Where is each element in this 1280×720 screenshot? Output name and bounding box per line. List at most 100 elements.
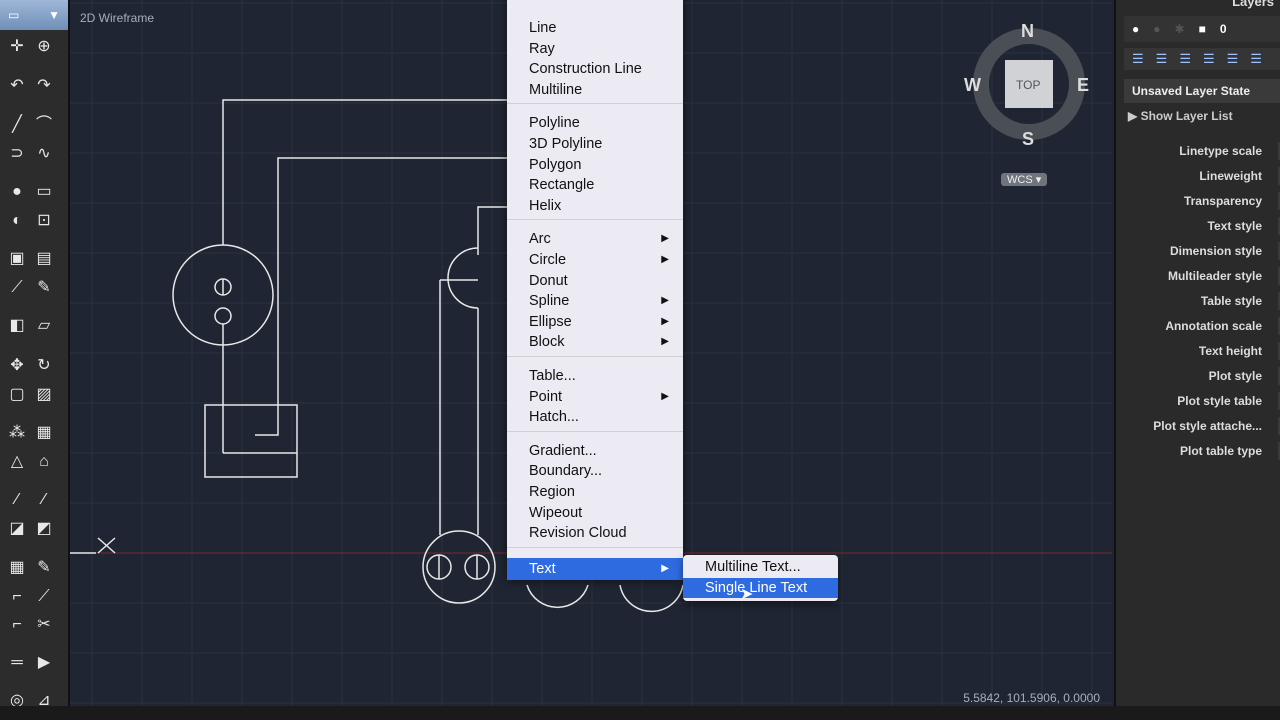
property-label: Plot style (1208, 369, 1262, 383)
layer-freeze-icon[interactable]: ☰ (1250, 51, 1262, 67)
menu-item-arc[interactable]: Arc ▶ (507, 229, 683, 249)
layer-isolate-icon[interactable]: ☰ (1203, 51, 1215, 67)
current-layer-row[interactable]: ● ● ✱ ■ 0 (1124, 16, 1280, 42)
menu-item-hatch[interactable]: Hatch... (507, 407, 683, 427)
tool-button-icon[interactable]: ⁄ (33, 489, 55, 511)
menu-item-label: Boundary... (529, 463, 603, 480)
tool-button-icon[interactable]: ◩ (33, 518, 55, 540)
compass-w[interactable]: W (964, 75, 981, 96)
layer-previous-icon[interactable]: ☰ (1179, 51, 1191, 67)
submenu-item-single-line-text[interactable]: Single Line Text (683, 578, 838, 598)
property-label: Linetype scale (1179, 144, 1262, 158)
tool-button-icon[interactable]: ◐ (6, 210, 28, 232)
tool-button-icon[interactable]: ▦ (6, 557, 28, 579)
menu-item-line[interactable]: Line (507, 18, 683, 38)
show-layer-list-toggle[interactable]: ▶ Show Layer List (1128, 109, 1233, 123)
tool-button-icon[interactable]: ⌒ (33, 114, 55, 136)
freeze-icon[interactable]: ✱ (1175, 22, 1185, 36)
viewport-label[interactable]: 2D Wireframe (80, 11, 154, 25)
set-current-layer-icon[interactable]: ☰ (1156, 51, 1168, 67)
menu-item-ray[interactable]: Ray (507, 39, 683, 59)
menu-item-polygon[interactable]: Polygon (507, 155, 683, 175)
text-submenu: Multiline Text... Single Line Text (683, 555, 838, 601)
menu-item-wipeout[interactable]: Wipeout (507, 503, 683, 523)
color-swatch-icon[interactable]: ■ (1199, 22, 1206, 36)
layer-state-dropdown[interactable]: Unsaved Layer State (1124, 79, 1280, 103)
menu-item-block[interactable]: Block ▶ (507, 332, 683, 352)
tool-button-icon[interactable]: ▤ (33, 248, 55, 270)
tool-button-icon[interactable]: ⊕ (33, 36, 55, 58)
tool-button-icon[interactable]: ▨ (33, 384, 55, 406)
tool-button-icon[interactable]: ⊃ (6, 143, 28, 165)
tool-button-icon[interactable]: ∿ (33, 143, 55, 165)
compass-s[interactable]: S (1022, 129, 1034, 150)
menu-item-donut[interactable]: Donut (507, 271, 683, 291)
menu-item-circle[interactable]: Circle ▶ (507, 250, 683, 270)
tool-button-icon[interactable]: ⊡ (33, 210, 55, 232)
menu-item-region[interactable]: Region (507, 482, 683, 502)
lock-icon[interactable]: ● (1153, 22, 1160, 36)
menu-item-3d-polyline[interactable]: 3D Polyline (507, 134, 683, 154)
menu-item-label: Revision Cloud (529, 525, 627, 542)
tool-button-icon[interactable]: ═ (6, 652, 28, 674)
tool-button-icon[interactable]: ⌐ (6, 614, 28, 636)
menu-item-revision-cloud[interactable]: Revision Cloud (507, 523, 683, 543)
tool-button-icon[interactable]: ⟋ (6, 277, 28, 299)
tool-button-icon[interactable]: ▢ (6, 384, 28, 406)
menu-item-ellipse[interactable]: Ellipse ▶ (507, 312, 683, 332)
menu-item-helix[interactable]: Helix (507, 196, 683, 216)
tool-button-icon[interactable]: ↻ (33, 355, 55, 377)
layer-on-icon[interactable]: ● (1132, 22, 1139, 36)
menu-item-label: Circle (529, 252, 567, 268)
compass-e[interactable]: E (1077, 75, 1089, 96)
tool-button-icon[interactable]: ✥ (6, 355, 28, 377)
compass-n[interactable]: N (1021, 21, 1034, 42)
tool-button-icon[interactable]: ◧ (6, 315, 28, 337)
property-label: Lineweight (1199, 169, 1262, 183)
tool-button-icon[interactable]: ╱ (6, 114, 28, 136)
tool-button-icon[interactable]: ● (6, 181, 28, 203)
menu-item-construction-line[interactable]: Construction Line (507, 59, 683, 79)
tool-button-icon[interactable]: ▭ (33, 181, 55, 203)
layer-unisolate-icon[interactable]: ☰ (1227, 51, 1239, 67)
menu-item-boundary[interactable]: Boundary... (507, 461, 683, 481)
viewcube-top-label[interactable]: TOP (1016, 78, 1040, 92)
tool-button-icon[interactable]: ▦ (33, 422, 55, 444)
tool-button-icon[interactable]: ✎ (33, 557, 55, 579)
menu-item-gradient[interactable]: Gradient... (507, 441, 683, 461)
panel-title: Layers (1232, 0, 1274, 9)
menu-item-polyline[interactable]: Polyline (507, 113, 683, 133)
tool-button-icon[interactable]: ▣ (6, 248, 28, 270)
menu-item-text[interactable]: Text ▶ (507, 557, 683, 580)
chevron-down-icon[interactable]: ▼ (48, 8, 60, 22)
layer-properties-icon[interactable]: ☰ (1132, 51, 1144, 67)
tool-button-icon[interactable]: ↷ (33, 75, 55, 97)
tool-button-icon[interactable]: ⌂ (33, 451, 55, 473)
rectangle-select-icon: ▭ (8, 8, 20, 22)
tool-button-icon[interactable]: ◪ (6, 518, 28, 540)
menu-item-label: Helix (529, 197, 562, 214)
tool-button-icon[interactable]: ✎ (33, 277, 55, 299)
wcs-dropdown[interactable]: WCS ▾ (1001, 173, 1048, 186)
palette-header[interactable]: ▭ ▼ (0, 0, 68, 30)
menu-item-table[interactable]: Table... (507, 366, 683, 386)
menu-item-multiline[interactable]: Multiline (507, 80, 683, 100)
property-label: Annotation scale (1165, 319, 1262, 333)
tool-button-icon[interactable]: ▱ (33, 315, 55, 337)
tool-button-icon[interactable]: ⁄ (6, 489, 28, 511)
menu-item-spline[interactable]: Spline ▶ (507, 291, 683, 311)
tool-button-icon[interactable]: ↶ (6, 75, 28, 97)
tool-button-icon[interactable]: ⁂ (6, 422, 28, 444)
submenu-item-multiline-text[interactable]: Multiline Text... (683, 557, 838, 577)
menu-item-point[interactable]: Point ▶ (507, 387, 683, 407)
tool-button-icon[interactable]: △ (6, 451, 28, 473)
tool-button-icon[interactable]: ⟋ (33, 586, 55, 608)
menu-item-rectangle[interactable]: Rectangle (507, 175, 683, 195)
tool-button-icon[interactable]: ✛ (6, 36, 28, 58)
tool-button-icon[interactable]: ✂ (33, 614, 55, 636)
menu-item-label: Line (529, 20, 557, 36)
menu-item-label: Hatch... (529, 409, 579, 426)
property-label: Plot style attache... (1153, 419, 1262, 433)
tool-button-icon[interactable]: ⌐ (6, 586, 28, 608)
tool-button-icon[interactable]: ▶ (33, 652, 55, 674)
